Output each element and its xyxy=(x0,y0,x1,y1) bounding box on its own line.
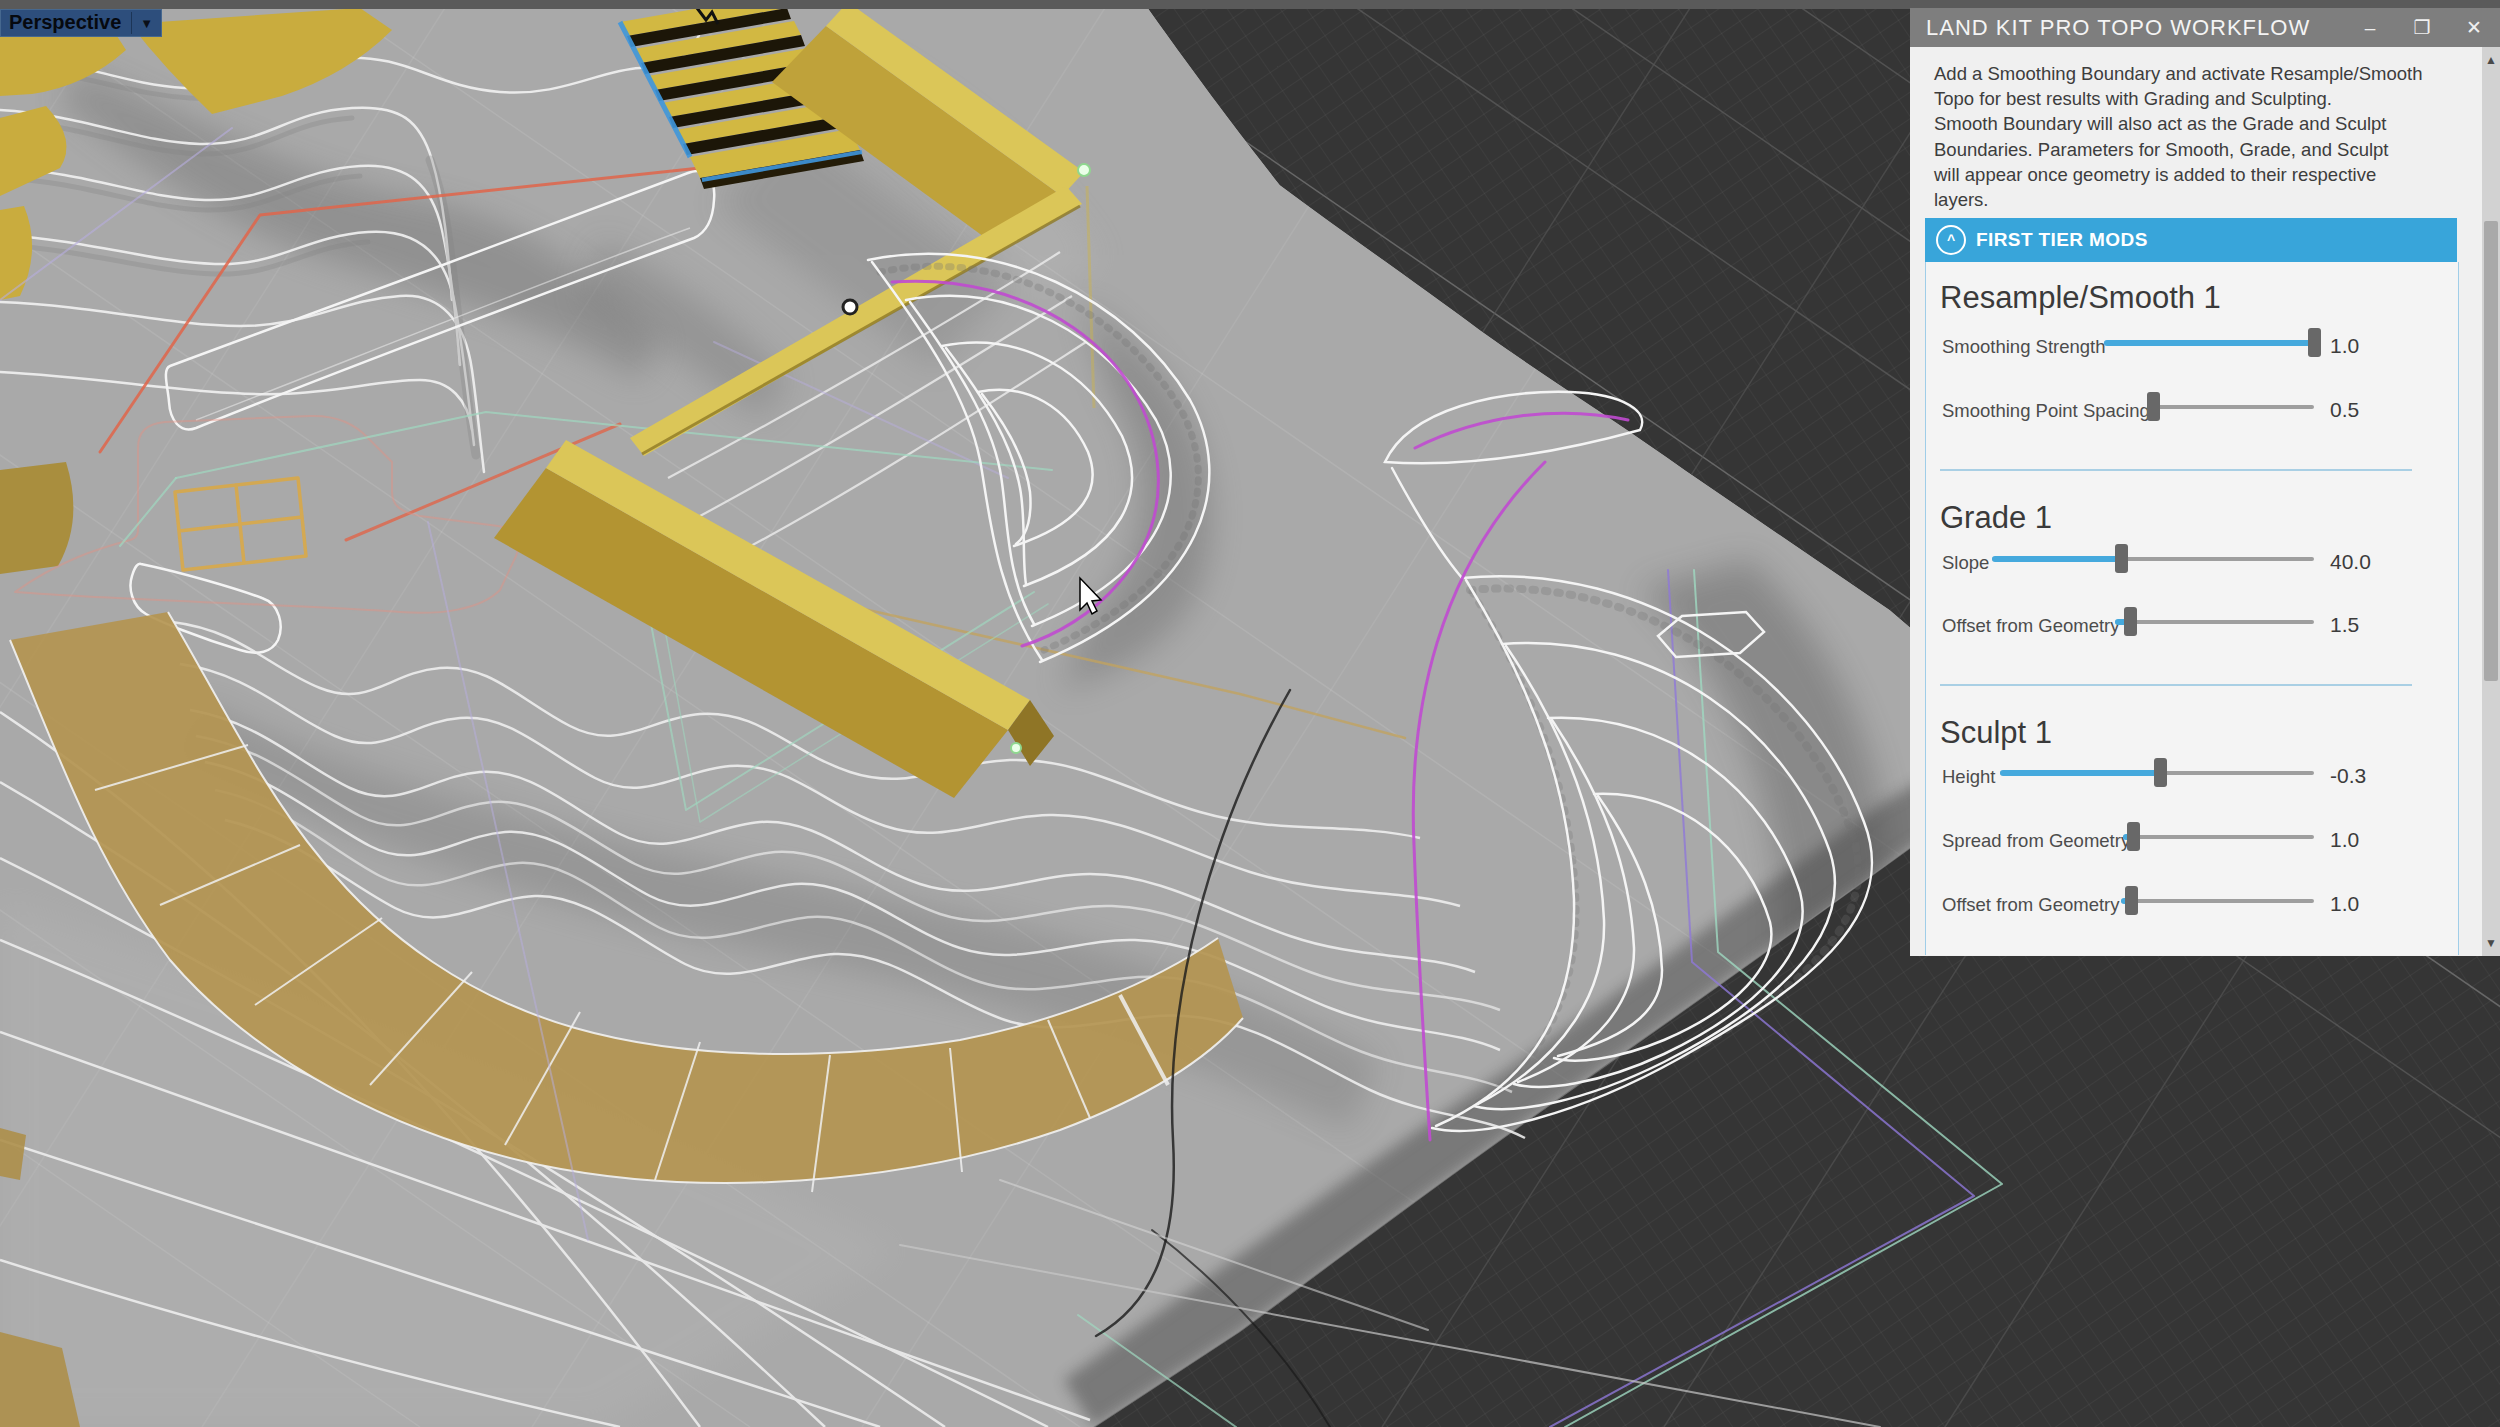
viewport-dropdown-icon[interactable]: ▼ xyxy=(132,16,161,31)
group-title-sculpt: Sculpt 1 xyxy=(1940,715,2052,751)
slider-offset-from-geometry-sculpt[interactable]: Offset from Geometry 1.0 xyxy=(1942,886,2402,920)
slider-thumb[interactable] xyxy=(2154,758,2167,787)
slider-offset-from-geometry-grade[interactable]: Offset from Geometry 1.5 xyxy=(1942,607,2402,641)
panel-scrollbar[interactable]: ▲ ▼ xyxy=(2482,47,2500,956)
panel-description: Add a Smoothing Boundary and activate Re… xyxy=(1934,61,2474,212)
rhino-application-window: Perspective ▼ LAND KIT PRO TOPO WORKFLOW… xyxy=(0,0,2500,1427)
maximize-button[interactable]: ❐ xyxy=(2396,16,2448,39)
green-point-marker-2 xyxy=(1011,743,1021,753)
scroll-up-arrow[interactable]: ▲ xyxy=(2482,53,2500,67)
divider xyxy=(1940,469,2412,471)
panel-title: LAND KIT PRO TOPO WORKFLOW xyxy=(1926,15,2344,41)
slider-thumb[interactable] xyxy=(2308,328,2321,357)
slider-slope[interactable]: Slope 40.0 xyxy=(1942,544,2402,578)
panel-titlebar[interactable]: LAND KIT PRO TOPO WORKFLOW – ❐ ✕ xyxy=(1910,8,2500,47)
close-button[interactable]: ✕ xyxy=(2448,16,2500,39)
first-tier-mods-header[interactable]: ^ FIRST TIER MODS xyxy=(1925,218,2457,262)
slider-thumb[interactable] xyxy=(2147,392,2160,421)
slider-thumb[interactable] xyxy=(2124,607,2137,636)
slider-thumb[interactable] xyxy=(2125,886,2138,915)
land-kit-panel: LAND KIT PRO TOPO WORKFLOW – ❐ ✕ Add a S… xyxy=(1910,8,2500,956)
divider xyxy=(1940,684,2412,686)
panel-body: Add a Smoothing Boundary and activate Re… xyxy=(1910,47,2482,956)
viewport-label: Perspective xyxy=(1,11,131,36)
group-title-grade: Grade 1 xyxy=(1940,500,2052,536)
minimize-button[interactable]: – xyxy=(2344,17,2396,39)
scroll-down-arrow[interactable]: ▼ xyxy=(2482,936,2500,950)
viewport-label-tab[interactable]: Perspective ▼ xyxy=(0,9,162,37)
scrollbar-thumb[interactable] xyxy=(2484,221,2498,681)
white-point-marker xyxy=(843,300,857,314)
slider-thumb[interactable] xyxy=(2127,822,2140,851)
group-title-resample: Resample/Smooth 1 xyxy=(1940,280,2221,316)
slider-smoothing-point-spacing[interactable]: Smoothing Point Spacing 0.5 xyxy=(1942,392,2402,426)
green-point-marker-1 xyxy=(1078,164,1090,176)
slider-spread-from-geometry[interactable]: Spread from Geometry 1.0 xyxy=(1942,822,2402,856)
slider-height[interactable]: Height -0.3 xyxy=(1942,758,2402,792)
slider-smoothing-strength[interactable]: Smoothing Strength 1.0 xyxy=(1942,328,2402,362)
chevron-up-icon[interactable]: ^ xyxy=(1936,225,1966,255)
slider-thumb[interactable] xyxy=(2115,544,2128,573)
